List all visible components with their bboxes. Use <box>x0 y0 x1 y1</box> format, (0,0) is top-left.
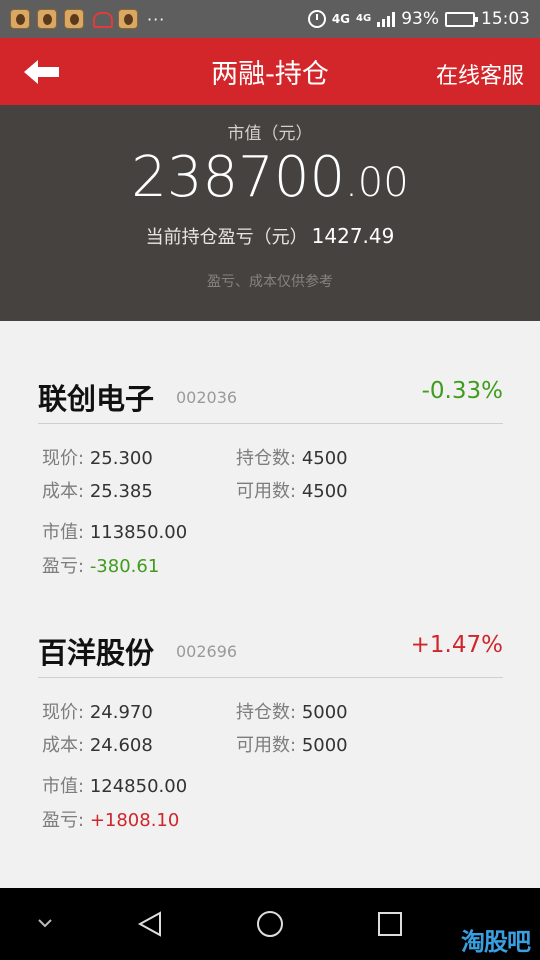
position-value: 5000 <box>301 702 348 723</box>
cost-label: 成本: <box>42 481 85 502</box>
pnl-label: 盈亏: <box>42 556 85 577</box>
price-row: 现价: 24.970 <box>42 698 153 724</box>
system-nav-bar: 淘股吧 <box>0 888 540 960</box>
stock-change: -0.33% <box>421 378 503 404</box>
available-row: 可用数: 4500 <box>236 477 348 503</box>
available-label: 可用数: <box>236 735 297 756</box>
pnl-value: +1808.10 <box>89 810 180 831</box>
pnl-row: 盈亏: -380.61 <box>42 552 159 578</box>
cost-value: 25.385 <box>89 481 153 502</box>
header: 两融-持仓 在线客服 <box>0 38 540 105</box>
gauge-notification-icon <box>91 9 113 29</box>
disclaimer: 盈亏、成本仅供参考 <box>207 274 333 290</box>
stock-code: 002036 <box>176 388 238 407</box>
total-market-value: 238700.00 <box>0 145 540 210</box>
back-nav-icon[interactable] <box>136 910 164 938</box>
home-nav-icon[interactable] <box>255 909 285 939</box>
cost-value: 24.608 <box>89 735 153 756</box>
battery-icon <box>445 11 478 27</box>
back-arrow-icon[interactable] <box>22 57 62 87</box>
stock-change: +1.47% <box>410 632 503 658</box>
available-value: 5000 <box>301 735 348 756</box>
network-type: 4G <box>331 12 351 26</box>
pnl-label: 盈亏: <box>42 810 85 831</box>
holdings-summary: 市值（元） 238700.00 当前持仓盈亏（元） 1427.49 盈亏、成本仅供… <box>0 105 540 321</box>
signal-icon <box>377 11 396 27</box>
market-value-value: 113850.00 <box>89 522 188 543</box>
hide-keyboard-icon[interactable] <box>36 916 54 930</box>
market-value-integer: 238700 <box>131 145 346 210</box>
cost-label: 成本: <box>42 735 85 756</box>
app-notification-icon <box>118 9 138 29</box>
market-value-value: 124850.00 <box>89 776 188 797</box>
market-value-row: 市值: 124850.00 <box>42 772 187 798</box>
pnl-row: 当前持仓盈亏（元） 1427.49 <box>0 223 540 249</box>
network-type-2: 4G <box>356 13 372 24</box>
recents-nav-icon[interactable] <box>377 911 403 937</box>
clock: 15:03 <box>481 9 530 29</box>
position-label: 持仓数: <box>236 702 297 723</box>
price-value: 25.300 <box>89 448 153 469</box>
position-value: 4500 <box>301 448 348 469</box>
page-title: 两融-持仓 <box>211 59 329 90</box>
watermark-logo: 淘股吧 <box>461 928 531 956</box>
cost-row: 成本: 24.608 <box>42 731 153 757</box>
stock-name: 联创电子 <box>38 382 155 416</box>
online-service-button[interactable]: 在线客服 <box>436 58 524 90</box>
stock-header: 联创电子 002036 -0.33% <box>38 364 503 424</box>
status-bar: ··· 4G 4G 93% 15:03 <box>0 0 540 38</box>
pnl-row: 盈亏: +1808.10 <box>42 806 179 832</box>
price-value: 24.970 <box>89 702 153 723</box>
available-value: 4500 <box>301 481 348 502</box>
pnl-label: 当前持仓盈亏（元） <box>145 227 308 248</box>
stock-card[interactable]: 联创电子 002036 -0.33% 现价: 25.300 持仓数: 4500 … <box>38 364 503 577</box>
stock-card[interactable]: 百洋股份 002696 +1.47% 现价: 24.970 持仓数: 5000 … <box>38 618 503 831</box>
more-notifications-icon: ··· <box>147 9 166 29</box>
pnl-value: 1427.49 <box>311 224 395 248</box>
available-label: 可用数: <box>236 481 297 502</box>
app-notification-icon <box>64 9 84 29</box>
app-notification-icon <box>10 9 30 29</box>
stock-name: 百洋股份 <box>38 636 155 670</box>
market-value-decimal: .00 <box>345 160 409 206</box>
app-notification-icon <box>37 9 57 29</box>
position-row: 持仓数: 5000 <box>236 698 348 724</box>
position-row: 持仓数: 4500 <box>236 444 348 470</box>
battery-percent: 93% <box>401 9 439 29</box>
market-value-label: 市值: <box>42 522 85 543</box>
stock-header: 百洋股份 002696 +1.47% <box>38 618 503 678</box>
price-row: 现价: 25.300 <box>42 444 153 470</box>
pnl-value: -380.61 <box>89 556 160 577</box>
alarm-icon <box>307 10 326 28</box>
market-value-label: 市值: <box>42 776 85 797</box>
market-value-label: 市值（元） <box>227 124 313 144</box>
available-row: 可用数: 5000 <box>236 731 348 757</box>
market-value-row: 市值: 113850.00 <box>42 518 187 544</box>
notification-icons: ··· <box>10 9 165 29</box>
position-label: 持仓数: <box>236 448 297 469</box>
cost-row: 成本: 25.385 <box>42 477 153 503</box>
stock-code: 002696 <box>176 642 238 661</box>
price-label: 现价: <box>42 448 85 469</box>
price-label: 现价: <box>42 702 85 723</box>
